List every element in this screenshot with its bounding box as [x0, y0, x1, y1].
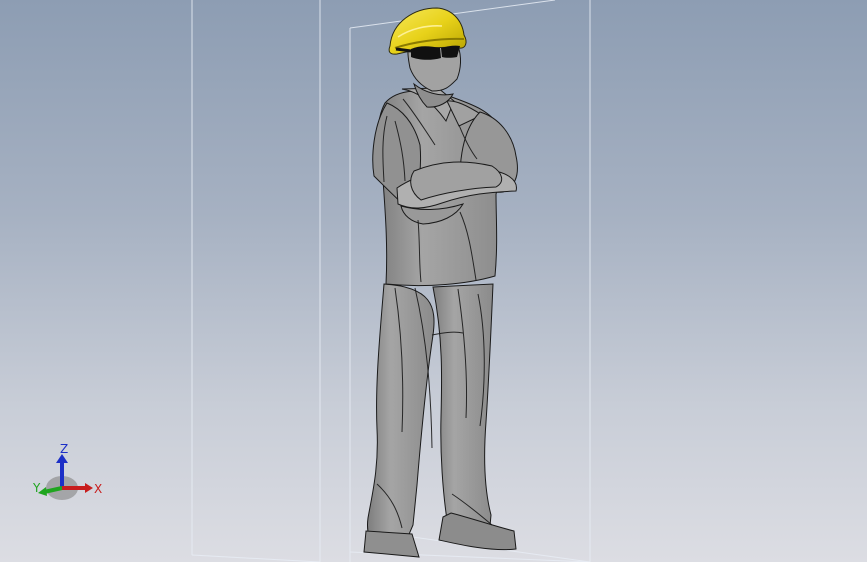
3d-viewport[interactable]: Z Y X	[0, 0, 867, 562]
x-axis-label: X	[94, 482, 102, 496]
worker-model[interactable]	[363, 7, 518, 558]
scene-canvas[interactable]	[0, 0, 867, 562]
x-arrow-icon	[85, 483, 93, 493]
y-axis-label: Y	[32, 481, 41, 495]
right-leg	[432, 283, 517, 551]
z-axis-label: Z	[60, 442, 68, 456]
orientation-triad[interactable]: Z Y X	[28, 440, 108, 510]
